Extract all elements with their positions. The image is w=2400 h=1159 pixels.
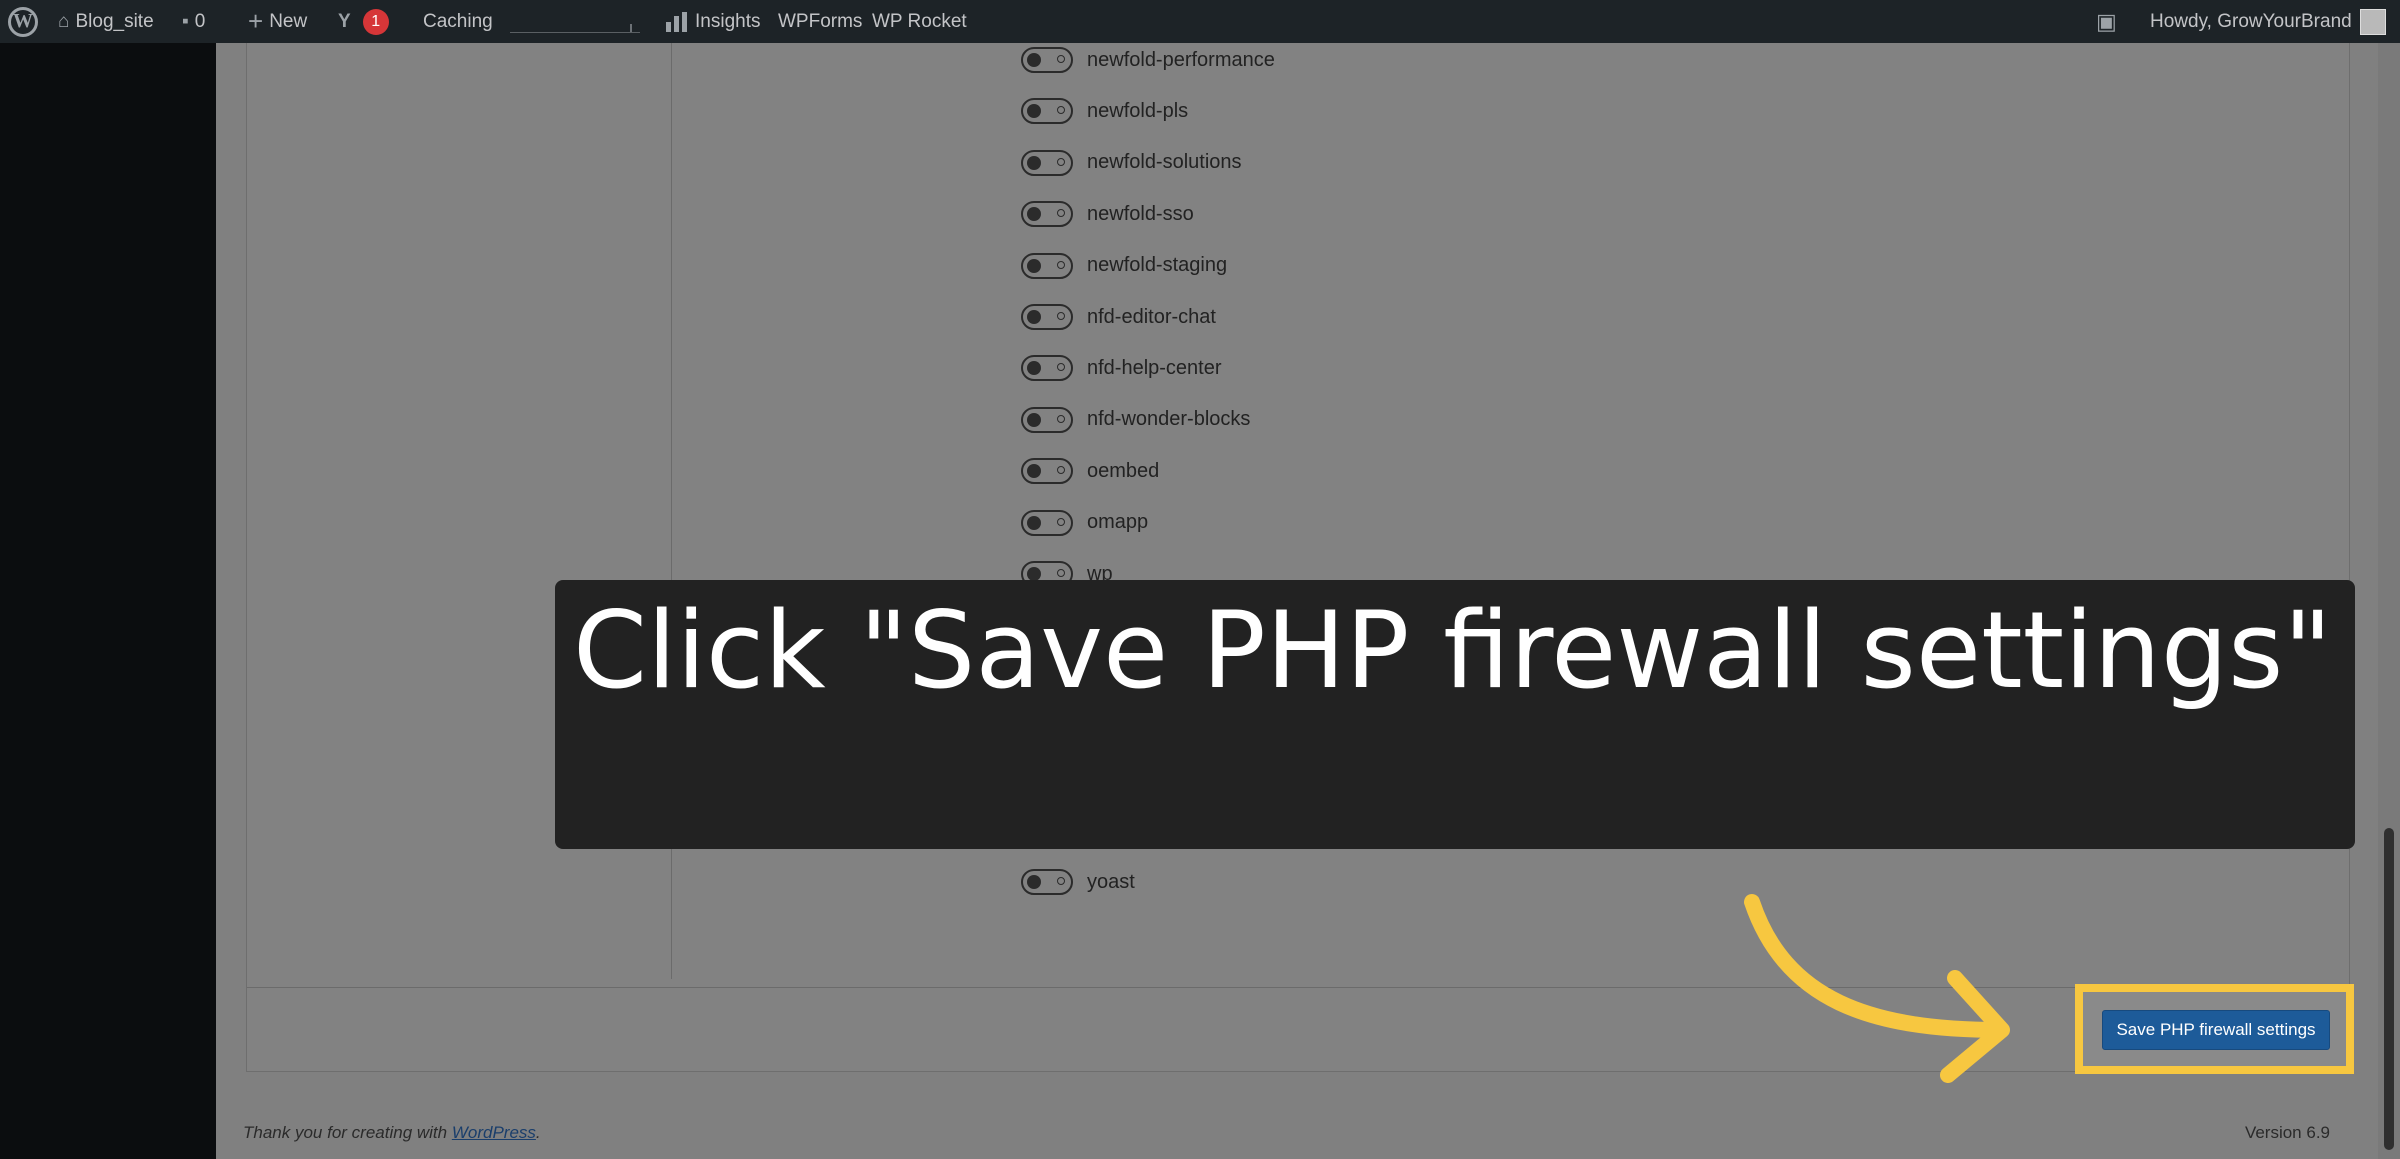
save-php-firewall-settings-button[interactable]: Save PHP firewall settings (2102, 1010, 2330, 1050)
toggle-row: oembed (1021, 454, 1159, 488)
caching-menu[interactable]: Caching (423, 0, 493, 43)
toggle-switch[interactable] (1021, 406, 1073, 433)
firewall-settings-panel: newfold-performance newfold-pls newfold-so… (246, 43, 2350, 1072)
wp-rocket-menu[interactable]: WP Rocket (872, 0, 967, 43)
toggle-label: yoast (1087, 870, 1135, 893)
toggle-label: newfold-sso (1087, 202, 1194, 225)
pointer-arrow-icon (1744, 894, 2010, 1083)
toggle-row: newfold-solutions (1021, 146, 1242, 180)
toggle-switch[interactable] (1021, 98, 1073, 125)
caching-label: Caching (423, 10, 493, 32)
comments-count: 0 (194, 10, 206, 32)
toggle-label: nfd-wonder-blocks (1087, 408, 1251, 431)
tutorial-caption: Click "Save PHP firewall settings" (555, 580, 2355, 849)
toggle-label: nfd-help-center (1087, 356, 1222, 379)
new-label: New (269, 10, 308, 32)
toggle-label: newfold-pls (1087, 99, 1189, 122)
chat-menu[interactable]: ▣ (2096, 0, 2123, 43)
yoast-icon: Y (338, 10, 351, 32)
wp-rocket-label: WP Rocket (872, 10, 967, 32)
admin-bar: W ⌂ Blog_site ▪ 0 + New Y 1 Caching Insi… (0, 0, 2400, 43)
howdy-label: Howdy, GrowYourBrand (2150, 10, 2352, 32)
toggle-row: newfold-staging (1021, 249, 1227, 283)
toggle-label: newfold-performance (1087, 48, 1275, 71)
chat-icon: ▣ (2096, 8, 2117, 34)
scrollbar-thumb[interactable] (2384, 828, 2394, 1150)
user-account-menu[interactable]: Howdy, GrowYourBrand (2150, 0, 2386, 43)
toggle-switch[interactable] (1021, 458, 1073, 485)
toggle-row: yoast (1021, 865, 1135, 899)
plus-icon: + (248, 6, 264, 36)
toggle-switch[interactable] (1021, 252, 1073, 279)
toggle-label: omapp (1087, 511, 1149, 534)
caption-text: Click "Save PHP firewall settings" (573, 589, 2333, 712)
yoast-menu[interactable]: Y 1 (338, 0, 389, 43)
toggle-switch[interactable] (1021, 304, 1073, 330)
toggle-row: nfd-wonder-blocks (1021, 403, 1250, 437)
traffic-sparkline[interactable] (510, 0, 640, 43)
yoast-notification-badge: 1 (362, 8, 389, 35)
wordpress-logo-icon: W (8, 6, 38, 37)
toggle-switch[interactable] (1021, 149, 1073, 176)
toggle-label: newfold-solutions (1087, 151, 1242, 174)
site-name-menu[interactable]: ⌂ Blog_site (58, 0, 154, 43)
toggle-label: nfd-editor-chat (1087, 305, 1216, 328)
toggle-label: oembed (1087, 459, 1160, 482)
wordpress-logo-menu[interactable]: W (8, 0, 38, 43)
wpforms-menu[interactable]: WPForms (778, 0, 862, 43)
panel-footer-divider (247, 987, 2349, 988)
toggle-label: newfold-staging (1087, 254, 1228, 277)
insights-label: Insights (695, 10, 761, 32)
toggle-row: nfd-editor-chat (1021, 300, 1216, 334)
admin-sidebar (0, 43, 216, 1159)
insights-menu[interactable]: Insights (666, 0, 760, 43)
scrollbar[interactable] (2378, 43, 2400, 1159)
comments-menu[interactable]: ▪ 0 (182, 0, 205, 43)
toggle-row: newfold-sso (1021, 197, 1194, 231)
sparkline-graph (510, 11, 640, 33)
toggle-row: omapp (1021, 506, 1148, 540)
footer-thanks: Thank you for creating with WordPress. (243, 1123, 541, 1142)
new-content-menu[interactable]: + New (248, 0, 307, 43)
toggle-row: newfold-pls (1021, 94, 1188, 128)
footer-version: Version 6.9 (2244, 1123, 2330, 1142)
wpforms-label: WPForms (778, 10, 863, 32)
toggle-switch[interactable] (1021, 869, 1073, 896)
toggle-switch[interactable] (1021, 355, 1073, 382)
bar-chart-icon (666, 11, 687, 32)
comment-icon: ▪ (182, 10, 189, 32)
avatar (2359, 8, 2386, 35)
site-name-label: Blog_site (75, 10, 154, 32)
toggle-row: nfd-help-center (1021, 351, 1222, 385)
home-icon: ⌂ (58, 10, 70, 32)
toggle-switch[interactable] (1021, 509, 1073, 536)
toggle-switch[interactable] (1021, 47, 1073, 73)
toggle-switch[interactable] (1021, 201, 1073, 228)
toggle-row: newfold-performance (1021, 43, 1275, 77)
wordpress-link[interactable]: WordPress (452, 1123, 536, 1142)
